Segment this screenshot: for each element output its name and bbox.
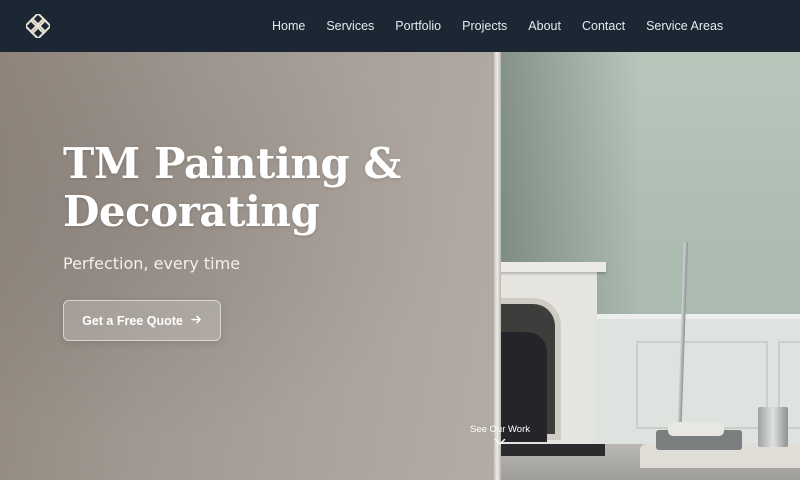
nav-link-portfolio[interactable]: Portfolio [395, 19, 441, 33]
nav-link-projects[interactable]: Projects [462, 19, 507, 33]
hero-subtitle: Perfection, every time [63, 254, 241, 273]
fireplace-mantel [500, 262, 606, 272]
paint-can [758, 407, 788, 447]
chevron-down-icon [494, 438, 506, 446]
top-navbar: Home Services Portfolio Projects About C… [0, 0, 800, 52]
hero-title-line2: Decorating [63, 187, 320, 236]
paint-roller [668, 422, 724, 436]
hero-section: TM Painting & Decorating Perfection, eve… [0, 52, 800, 480]
main-nav: Home Services Portfolio Projects About C… [272, 0, 744, 52]
arrow-right-icon [191, 313, 202, 328]
nav-link-service-areas[interactable]: Service Areas [646, 19, 723, 33]
nav-link-contact[interactable]: Contact [582, 19, 625, 33]
cta-label: Get a Free Quote [82, 313, 183, 328]
nav-link-about[interactable]: About [528, 19, 561, 33]
hero-title-line1: TM Painting & [63, 139, 401, 188]
see-our-work-label: See Our Work [469, 424, 530, 435]
see-our-work-link[interactable]: See Our Work [456, 424, 544, 446]
get-free-quote-button[interactable]: Get a Free Quote [63, 300, 221, 341]
nav-link-services[interactable]: Services [326, 19, 374, 33]
hero-title: TM Painting & Decorating [63, 140, 483, 236]
diamond-lattice-icon[interactable] [24, 12, 52, 40]
wall-edge [494, 52, 501, 480]
nav-link-home[interactable]: Home [272, 19, 305, 33]
